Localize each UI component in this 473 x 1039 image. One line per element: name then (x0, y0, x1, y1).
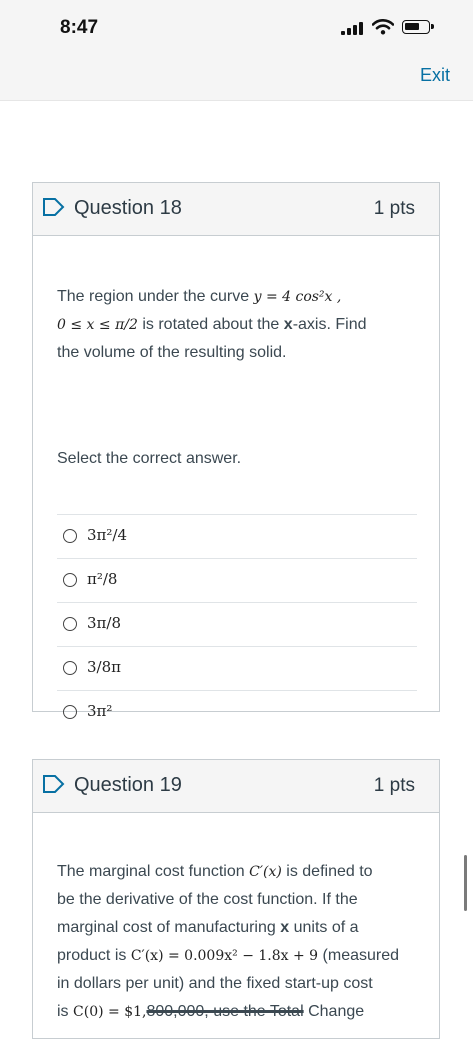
marginal-cost-symbol: C′(x) (249, 864, 282, 880)
answer-list: 3π²/4 π²/8 3π/8 3/8π 3π² (57, 514, 417, 734)
question-19-points: 1 pts (373, 775, 415, 796)
scrollbar[interactable] (464, 855, 467, 911)
question-19-text: The marginal cost function C′(x) is defi… (57, 863, 400, 1020)
answer-option[interactable]: π²/8 (57, 558, 417, 602)
question-19-header: Question 19 1 pts (33, 760, 439, 813)
question-19-card: Question 19 1 pts The marginal cost func… (32, 759, 440, 1039)
question-18-header: Question 18 1 pts (33, 183, 439, 236)
battery-icon (402, 20, 434, 34)
question-18-card: Question 18 1 pts The region under the c… (32, 182, 440, 720)
question-18-text: The region under the curve y = 4 cos²x ,… (57, 288, 367, 361)
status-time: 8:47 (60, 17, 99, 38)
quiz-top-bar: Exit (0, 56, 473, 101)
question-18-points: 1 pts (373, 198, 415, 219)
startup-cost-expression: C(0) = $1, (73, 1004, 147, 1020)
radio-button[interactable] (63, 529, 77, 543)
answer-option[interactable]: 3π²/4 (57, 514, 417, 558)
flag-question-icon[interactable] (42, 774, 66, 794)
wifi-icon (372, 19, 394, 35)
radio-button[interactable] (63, 661, 77, 675)
radio-button[interactable] (63, 573, 77, 587)
answer-option[interactable]: 3/8π (57, 646, 417, 690)
struck-text: 800,000, use the Total (146, 1003, 304, 1020)
flag-question-icon[interactable] (42, 197, 66, 217)
domain-expression: 0 ≤ x ≤ π/2 (57, 317, 138, 333)
answer-option[interactable]: 3π² (57, 690, 417, 734)
marginal-cost-formula: C′(x) = 0.009x² − 1.8x + 9 (130, 948, 319, 964)
answer-prompt: Select the correct answer. (57, 450, 242, 467)
status-bar: 8:47 (0, 0, 473, 56)
question-18-title: Question 18 (74, 197, 182, 219)
radio-button[interactable] (63, 617, 77, 631)
exit-button[interactable]: Exit (420, 65, 450, 86)
radio-button[interactable] (63, 705, 77, 719)
curve-equation: y = 4 cos²x , (253, 289, 342, 305)
signal-icon (341, 22, 365, 35)
question-19-title: Question 19 (74, 774, 182, 796)
answer-option[interactable]: 3π/8 (57, 602, 417, 646)
